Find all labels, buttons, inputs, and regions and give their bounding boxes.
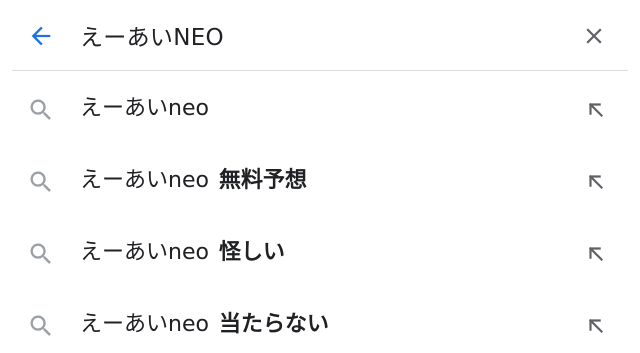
suggestion-text: えーあいneo 当たらない	[80, 307, 329, 343]
arrow-up-left-icon	[588, 246, 604, 262]
search-input[interactable]	[80, 14, 560, 56]
suggestion-item[interactable]: えーあいneo 当たらない	[0, 289, 640, 353]
back-button[interactable]	[22, 17, 60, 55]
suggestion-completion: 当たらない	[218, 312, 329, 337]
arrow-left-icon	[31, 26, 51, 46]
search-icon	[26, 311, 56, 341]
search-icon	[26, 95, 56, 125]
close-icon	[586, 28, 602, 44]
fill-query-button[interactable]	[578, 92, 614, 128]
suggestion-prefix: えーあいneo	[80, 312, 209, 337]
suggestion-completion: 無料予想	[218, 168, 307, 193]
suggestion-item[interactable]: えーあいneo 怪しい	[0, 217, 640, 289]
arrow-up-left-icon	[588, 318, 604, 334]
search-divider	[12, 70, 628, 71]
suggestion-text: えーあいneo 怪しい	[80, 235, 285, 271]
suggestion-completion: 怪しい	[218, 240, 285, 265]
search-icon	[26, 167, 56, 197]
arrow-up-left-icon	[588, 174, 604, 190]
search-icon	[26, 239, 56, 269]
suggestion-prefix: えーあいneo	[80, 240, 209, 265]
suggestion-list: えーあいneo えーあいneo 無料予想 えーあいneo 怪しい えーあいneo…	[0, 73, 640, 353]
suggestion-text: えーあいneo	[80, 91, 219, 127]
search-screen: えーあいneo えーあいneo 無料予想	[0, 0, 640, 353]
suggestion-item[interactable]: えーあいneo	[0, 73, 640, 145]
fill-query-button[interactable]	[578, 308, 614, 344]
search-bar	[0, 0, 640, 70]
fill-query-button[interactable]	[578, 164, 614, 200]
suggestion-item[interactable]: えーあいneo 無料予想	[0, 145, 640, 217]
suggestion-text: えーあいneo 無料予想	[80, 163, 307, 199]
clear-button[interactable]	[575, 17, 613, 55]
arrow-up-left-icon	[588, 102, 604, 118]
suggestion-prefix: えーあいneo	[80, 96, 209, 121]
suggestion-prefix: えーあいneo	[80, 168, 209, 193]
fill-query-button[interactable]	[578, 236, 614, 272]
